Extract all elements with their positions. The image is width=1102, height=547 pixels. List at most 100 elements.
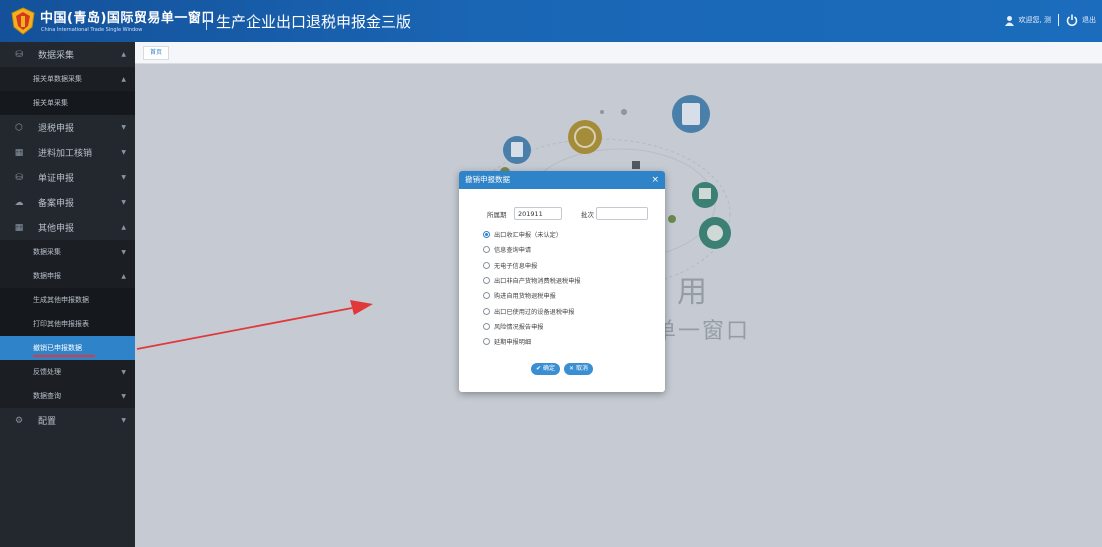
declaration-type-options: 出口收汇申报（未认定） 信息查询申请 无电子信息申报 出口非自产货物消费税退税申… xyxy=(483,227,581,349)
sidebar-item-config[interactable]: ⚙ 配置 ▼ xyxy=(0,408,135,433)
close-icon[interactable]: × xyxy=(651,171,659,189)
chevron-down-icon: ▼ xyxy=(121,149,126,156)
customs-emblem-icon xyxy=(11,7,35,35)
sidebar-subitem-feedback[interactable]: 反馈处理 ▼ xyxy=(0,360,135,384)
dialog-actions: ✔ 确定 ✕ 取消 xyxy=(459,363,665,375)
confirm-button[interactable]: ✔ 确定 xyxy=(530,363,560,375)
welcome-text: 欢迎您, 测 xyxy=(1018,16,1051,24)
period-input[interactable] xyxy=(514,207,562,220)
sidebar-subitem-print-other-report[interactable]: 打印其他申报报表 xyxy=(0,312,135,336)
batch-label: 批次 xyxy=(581,211,594,219)
radio-label: 信息查询申请 xyxy=(494,247,532,255)
top-header: 中国(青岛)国际贸易单一窗口 China International Trade… xyxy=(0,0,1102,42)
brand-subtitle: China International Trade Single Window xyxy=(41,27,143,33)
tab-home[interactable]: 首页 xyxy=(143,46,170,60)
radio-label: 出口已使用过的设备退税申报 xyxy=(494,308,575,316)
sidebar-item-label: 生成其他申报数据 xyxy=(33,296,89,304)
sidebar: ⛁ 数据采集 ▲ 报关单数据采集 ▲ 报关单采集 ⬡ 退税申报 ▼ ▦ 进料加工… xyxy=(0,42,135,547)
globe-bubble-icon xyxy=(568,120,602,154)
radio-label: 风险情况报告申报 xyxy=(494,323,544,331)
chevron-down-icon: ▼ xyxy=(121,417,126,424)
sidebar-item-tax-refund[interactable]: ⬡ 退税申报 ▼ xyxy=(0,115,135,140)
radio-option[interactable]: 风险情况报告申报 xyxy=(483,319,581,334)
database-icon: ⛁ xyxy=(15,49,23,60)
header-separator xyxy=(1058,14,1059,26)
sidebar-item-label: 数据申报 xyxy=(33,272,61,280)
radio-option[interactable]: 出口收汇申报（未认定） xyxy=(483,227,581,242)
chevron-up-icon: ▲ xyxy=(121,51,126,58)
sidebar-subitem-revoke-declared-data[interactable]: 撤销已申报数据 xyxy=(0,336,135,360)
sidebar-item-label: 配置 xyxy=(38,417,57,427)
radio-label: 无电子信息申报 xyxy=(494,262,538,270)
batch-input[interactable] xyxy=(596,207,648,220)
gear-icon: ⚙ xyxy=(14,415,24,426)
radio-unchecked-icon xyxy=(483,246,490,254)
chevron-down-icon: ▼ xyxy=(121,369,126,376)
radio-option[interactable]: 信息查询申请 xyxy=(483,242,581,257)
radio-checked-icon xyxy=(483,231,490,239)
chevron-down-icon: ▼ xyxy=(121,174,126,181)
radio-option[interactable]: 购进自用货物退税申报 xyxy=(483,288,581,303)
chart-bubble-icon xyxy=(699,217,731,249)
background-brand-char: 用 xyxy=(677,275,707,310)
chevron-down-icon: ▼ xyxy=(121,249,126,256)
radio-unchecked-icon xyxy=(483,277,490,285)
radio-option[interactable]: 出口已使用过的设备退税申报 xyxy=(483,303,581,318)
sidebar-subitem-customs-data-collection[interactable]: 报关单数据采集 ▲ xyxy=(0,67,135,91)
sidebar-item-processing-verification[interactable]: ▦ 进料加工核销 ▼ xyxy=(0,140,135,165)
radio-label: 延期申报明细 xyxy=(494,339,532,347)
sidebar-subitem-customs-collection[interactable]: 报关单采集 xyxy=(0,91,135,115)
sidebar-subitem-data-query[interactable]: 数据查询 ▼ xyxy=(0,384,135,408)
period-label: 所属期 xyxy=(487,211,507,219)
sidebar-subitem-data-collection[interactable]: 数据采集 ▼ xyxy=(0,240,135,264)
brand-title: 中国(青岛)国际贸易单一窗口 xyxy=(40,11,215,26)
chevron-down-icon: ▼ xyxy=(121,199,126,206)
close-icon: ✕ xyxy=(569,365,575,372)
radio-label: 购进自用货物退税申报 xyxy=(494,293,556,301)
sidebar-item-label: 单证申报 xyxy=(38,174,75,184)
tab-strip: 首页 xyxy=(135,42,1102,64)
cancel-button[interactable]: ✕ 取消 xyxy=(564,363,594,375)
sidebar-item-label: 进料加工核销 xyxy=(38,149,93,159)
database-icon: ⛁ xyxy=(15,172,23,183)
radio-option[interactable]: 延期申报明细 xyxy=(483,334,581,349)
radio-unchecked-icon xyxy=(483,261,490,269)
sidebar-item-label: 其他申报 xyxy=(38,224,75,234)
dialog-header: 撤销申报数据 × xyxy=(459,171,665,189)
sidebar-item-label: 报关单数据采集 xyxy=(33,75,82,83)
dialog-title: 撤销申报数据 xyxy=(465,175,510,184)
calendar-icon: ▦ xyxy=(14,147,24,158)
radio-option[interactable]: 无电子信息申报 xyxy=(483,258,581,273)
power-icon[interactable] xyxy=(1066,14,1078,26)
calendar-icon: ▦ xyxy=(14,222,24,233)
revoke-declaration-dialog: 撤销申报数据 × 所属期 批次 出口收汇申报（未认定） 信息查询申请 无电子信息… xyxy=(459,171,665,392)
sidebar-item-document-declaration[interactable]: ⛁ 单证申报 ▼ xyxy=(0,165,135,190)
radio-unchecked-icon xyxy=(483,322,490,330)
annotation-underline xyxy=(33,355,95,357)
sidebar-item-data-collection[interactable]: ⛁ 数据采集 ▲ xyxy=(0,42,135,67)
sidebar-item-filing-declaration[interactable]: ☁ 备案申报 ▼ xyxy=(0,190,135,215)
sidebar-subitem-data-declaration[interactable]: 数据申报 ▲ xyxy=(0,264,135,288)
sidebar-item-label: 打印其他申报报表 xyxy=(33,320,89,328)
sidebar-item-other-declaration[interactable]: ▦ 其他申报 ▲ xyxy=(0,215,135,240)
cancel-label: 取消 xyxy=(576,365,589,372)
chevron-up-icon: ▲ xyxy=(121,76,126,83)
cloud-icon: ☁ xyxy=(14,197,24,208)
header-divider xyxy=(206,12,207,30)
document-bubble-icon xyxy=(503,136,531,164)
sidebar-item-label: 数据查询 xyxy=(33,392,61,400)
presentation-bubble-icon xyxy=(692,182,718,208)
radio-option[interactable]: 出口非自产货物消费税退税申报 xyxy=(483,273,581,288)
sidebar-subitem-generate-other-data[interactable]: 生成其他申报数据 xyxy=(0,288,135,312)
logout-link[interactable]: 退出 xyxy=(1082,15,1096,25)
radio-unchecked-icon xyxy=(483,292,490,300)
radio-label: 出口收汇申报（未认定） xyxy=(494,232,563,240)
sidebar-item-label: 备案申报 xyxy=(38,199,75,209)
chevron-down-icon: ▼ xyxy=(121,124,126,131)
sidebar-item-label: 退税申报 xyxy=(38,124,75,134)
background-brand-text: 单一窗口 xyxy=(654,319,751,344)
chevron-down-icon: ▼ xyxy=(121,393,126,400)
confirm-label: 确定 xyxy=(542,365,555,372)
chevron-up-icon: ▲ xyxy=(121,224,126,231)
sidebar-item-label: 报关单采集 xyxy=(33,99,68,107)
